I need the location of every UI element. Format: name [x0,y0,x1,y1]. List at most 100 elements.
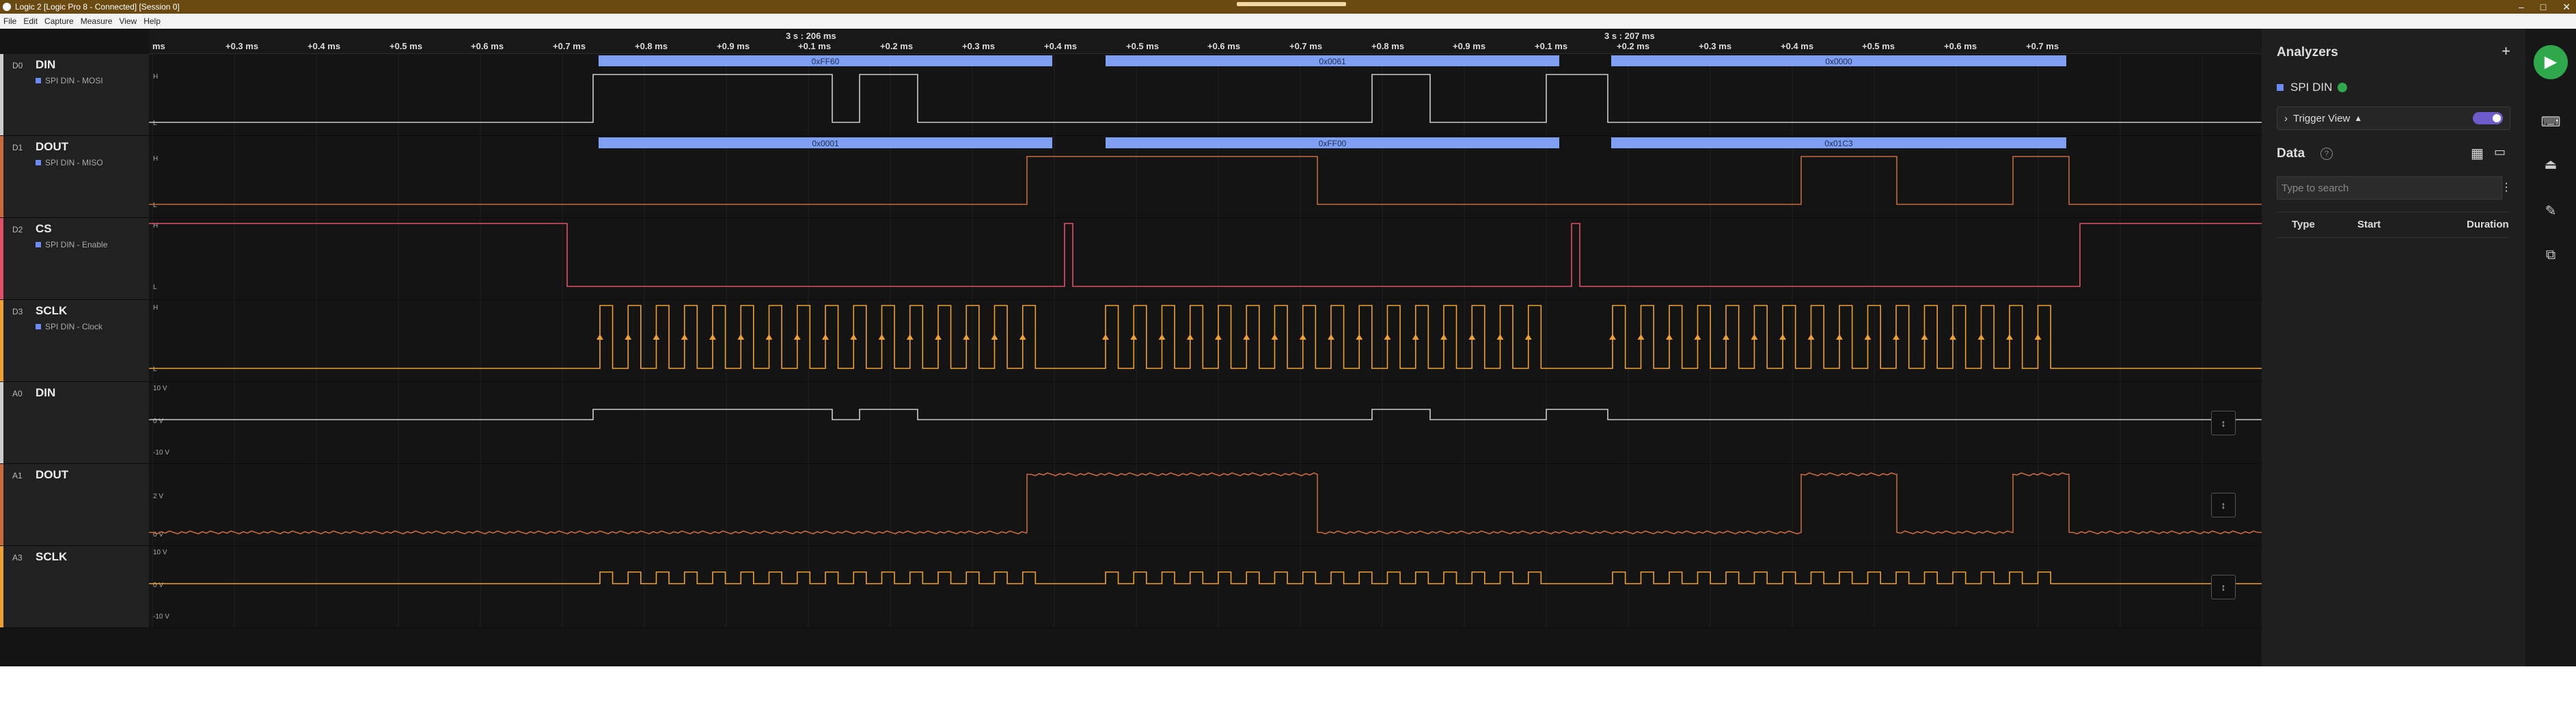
vertical-scale-button[interactable]: ↕ [2211,575,2236,599]
ruler-tick-label: +0.4 ms [1781,41,1814,51]
channel-plot[interactable]: 0x0001 0xFF00 0x01C3 H L [149,136,2262,217]
rising-edge-marker [1215,334,1222,340]
channel-color-bar [0,218,3,299]
column-type[interactable]: Type [2292,219,2315,230]
channel-plot[interactable]: HL [149,300,2262,381]
channel-row-d2[interactable]: D2 CS SPI DIN - Enable H L [0,218,2262,300]
ruler-tick-label: +0.7 ms [1289,41,1323,51]
channel-index: D0 [12,61,23,70]
channel-row-d3[interactable]: D3 SCLK SPI DIN - Clock H L [0,300,2262,382]
terminal-view-icon[interactable]: ▭ [2494,145,2506,159]
ruler-tick-label: +0.6 ms [1944,41,1977,51]
waveform-svg: 10 V 0 V -10 V [149,382,2262,463]
channel-row-a1[interactable]: A1 DOUT 2 V0 V ↕ [0,464,2262,546]
decoded-frame-label: 0x0061 [1319,57,1346,66]
start-capture-button[interactable]: ▶ [2534,45,2568,79]
channel-row-d0[interactable]: D0 DIN SPI DIN - MOSI 0xFF60 0x0061 0x0000 H L [0,54,2262,136]
waveform-svg: HL [149,300,2262,381]
right-rail: ▶ ⌨ ⏏ ✎ ⧉ [2525,29,2576,666]
analyzer-label: SPI DIN - Clock [45,322,103,331]
ruler-tick-label: +0.9 ms [717,41,750,51]
analyzer-label: SPI DIN - MOSI [45,76,103,85]
extensions-tab-icon[interactable]: ⧉ [2540,245,2561,265]
channel-name: DOUT [36,140,69,153]
rising-edge-marker [1524,334,1532,340]
channel-row-a0[interactable]: A0 DIN 10 V 0 V -10 V ↕ [0,382,2262,464]
channel-plot[interactable]: 2 V0 V ↕ [149,464,2262,545]
channel-label[interactable]: D3 SCLK SPI DIN - Clock [0,300,149,381]
vertical-scale-button[interactable]: ↕ [2211,411,2236,435]
channel-label[interactable]: D1 DOUT SPI DIN - MISO [0,136,149,217]
channel-label[interactable]: A0 DIN [0,382,149,463]
menu-file[interactable]: File [0,16,20,26]
search-input[interactable] [2277,176,2502,200]
rising-edge-marker [1019,334,1026,340]
ruler-tick-label: +0.5 ms [1126,41,1160,51]
menu-measure[interactable]: Measure [77,16,116,26]
column-start[interactable]: Start [2357,219,2381,230]
trigger-view-toggle[interactable] [2473,112,2503,124]
table-view-icon[interactable]: ▦ [2471,145,2484,162]
help-icon[interactable]: ? [2320,148,2333,160]
title-drag-handle[interactable] [1237,2,1346,6]
channel-color-bar [0,300,3,381]
vertical-scale-button[interactable]: ↕ [2211,493,2236,517]
rising-edge-marker [681,334,688,340]
measurements-tab-icon[interactable]: ✎ [2540,201,2561,221]
time-ruler[interactable]: 3 s : 206 ms 3 s : 207 ms ms +0.3 ms +0.4 … [149,29,2262,54]
add-analyzer-button[interactable]: + [2502,42,2510,60]
channel-row-a3[interactable]: A3 SCLK 10 V 0 V -10 V ↕ [0,546,2262,628]
channel-plot[interactable]: 10 V 0 V -10 V ↕ [149,546,2262,627]
maximize-button[interactable]: □ [2540,1,2546,12]
channel-name: DOUT [36,468,69,481]
minimize-button[interactable]: – [2519,1,2524,12]
title-bar: Logic 2 [Logic Pro 8 - Connected] [Sessi… [0,0,2576,14]
channel-name: DIN [36,58,56,71]
trigger-view-row[interactable]: › Trigger View ▲ [2277,107,2510,130]
menu-help[interactable]: Help [140,16,164,26]
warning-icon: ▲ [2354,113,2363,123]
analyzer-item[interactable]: SPI DIN [2277,81,2348,94]
channel-label[interactable]: A1 DOUT [0,464,149,545]
channel-label[interactable]: D0 DIN SPI DIN - MOSI [0,54,149,135]
rising-edge-marker [935,334,942,340]
close-button[interactable]: ✕ [2562,1,2571,13]
logic-app: Logic 2 [Logic Pro 8 - Connected] [Sessi… [0,0,2576,666]
channel-plot[interactable]: 0xFF60 0x0061 0x0000 H L [149,54,2262,135]
rising-edge-marker [1893,334,1900,340]
analyzer-swatch [36,160,41,165]
ruler-tick-label: +0.8 ms [635,41,668,51]
analyzers-tab-icon[interactable]: ⏏ [2540,154,2561,175]
waveform-trace [149,156,2262,205]
channel-plot[interactable]: HL [149,218,2262,299]
rising-edge-marker [1496,334,1504,340]
segment-label: 3 s : 207 ms [1604,31,1655,41]
app-logo-icon [3,3,11,11]
column-duration[interactable]: Duration [2467,219,2509,230]
rising-edge-marker [709,334,716,340]
window-title: Logic 2 [Logic Pro 8 - Connected] [Sessi… [15,2,180,12]
rising-edge-marker [1158,334,1166,340]
channel-analyzer: SPI DIN - MOSI [36,76,103,85]
trigger-view-label: Trigger View [2293,112,2351,124]
rising-edge-marker [1807,334,1815,340]
device-settings-icon[interactable]: ⌨ [2540,112,2561,133]
more-options-icon[interactable]: ⋮ [2501,180,2512,194]
rising-edge-marker [991,334,998,340]
rising-edge-marker [963,334,970,340]
menu-capture[interactable]: Capture [41,16,77,26]
rising-edge-marker [653,334,660,340]
channel-analyzer: SPI DIN - MISO [36,158,103,167]
segment-label: 3 s : 206 ms [786,31,836,41]
channel-label[interactable]: D2 CS SPI DIN - Enable [0,218,149,299]
analyzer-color-swatch [2277,84,2284,91]
channel-row-d1[interactable]: D1 DOUT SPI DIN - MISO 0x0001 0xFF00 0x01C3 H L [0,136,2262,218]
ruler-tick-label: +0.8 ms [1371,41,1405,51]
level-label: H [153,155,158,163]
channel-plot[interactable]: 10 V 0 V -10 V ↕ [149,382,2262,463]
rising-edge-marker [850,334,858,340]
menu-view[interactable]: View [115,16,140,26]
channel-index: D2 [12,225,23,234]
channel-label[interactable]: A3 SCLK [0,546,149,627]
menu-edit[interactable]: Edit [20,16,41,26]
